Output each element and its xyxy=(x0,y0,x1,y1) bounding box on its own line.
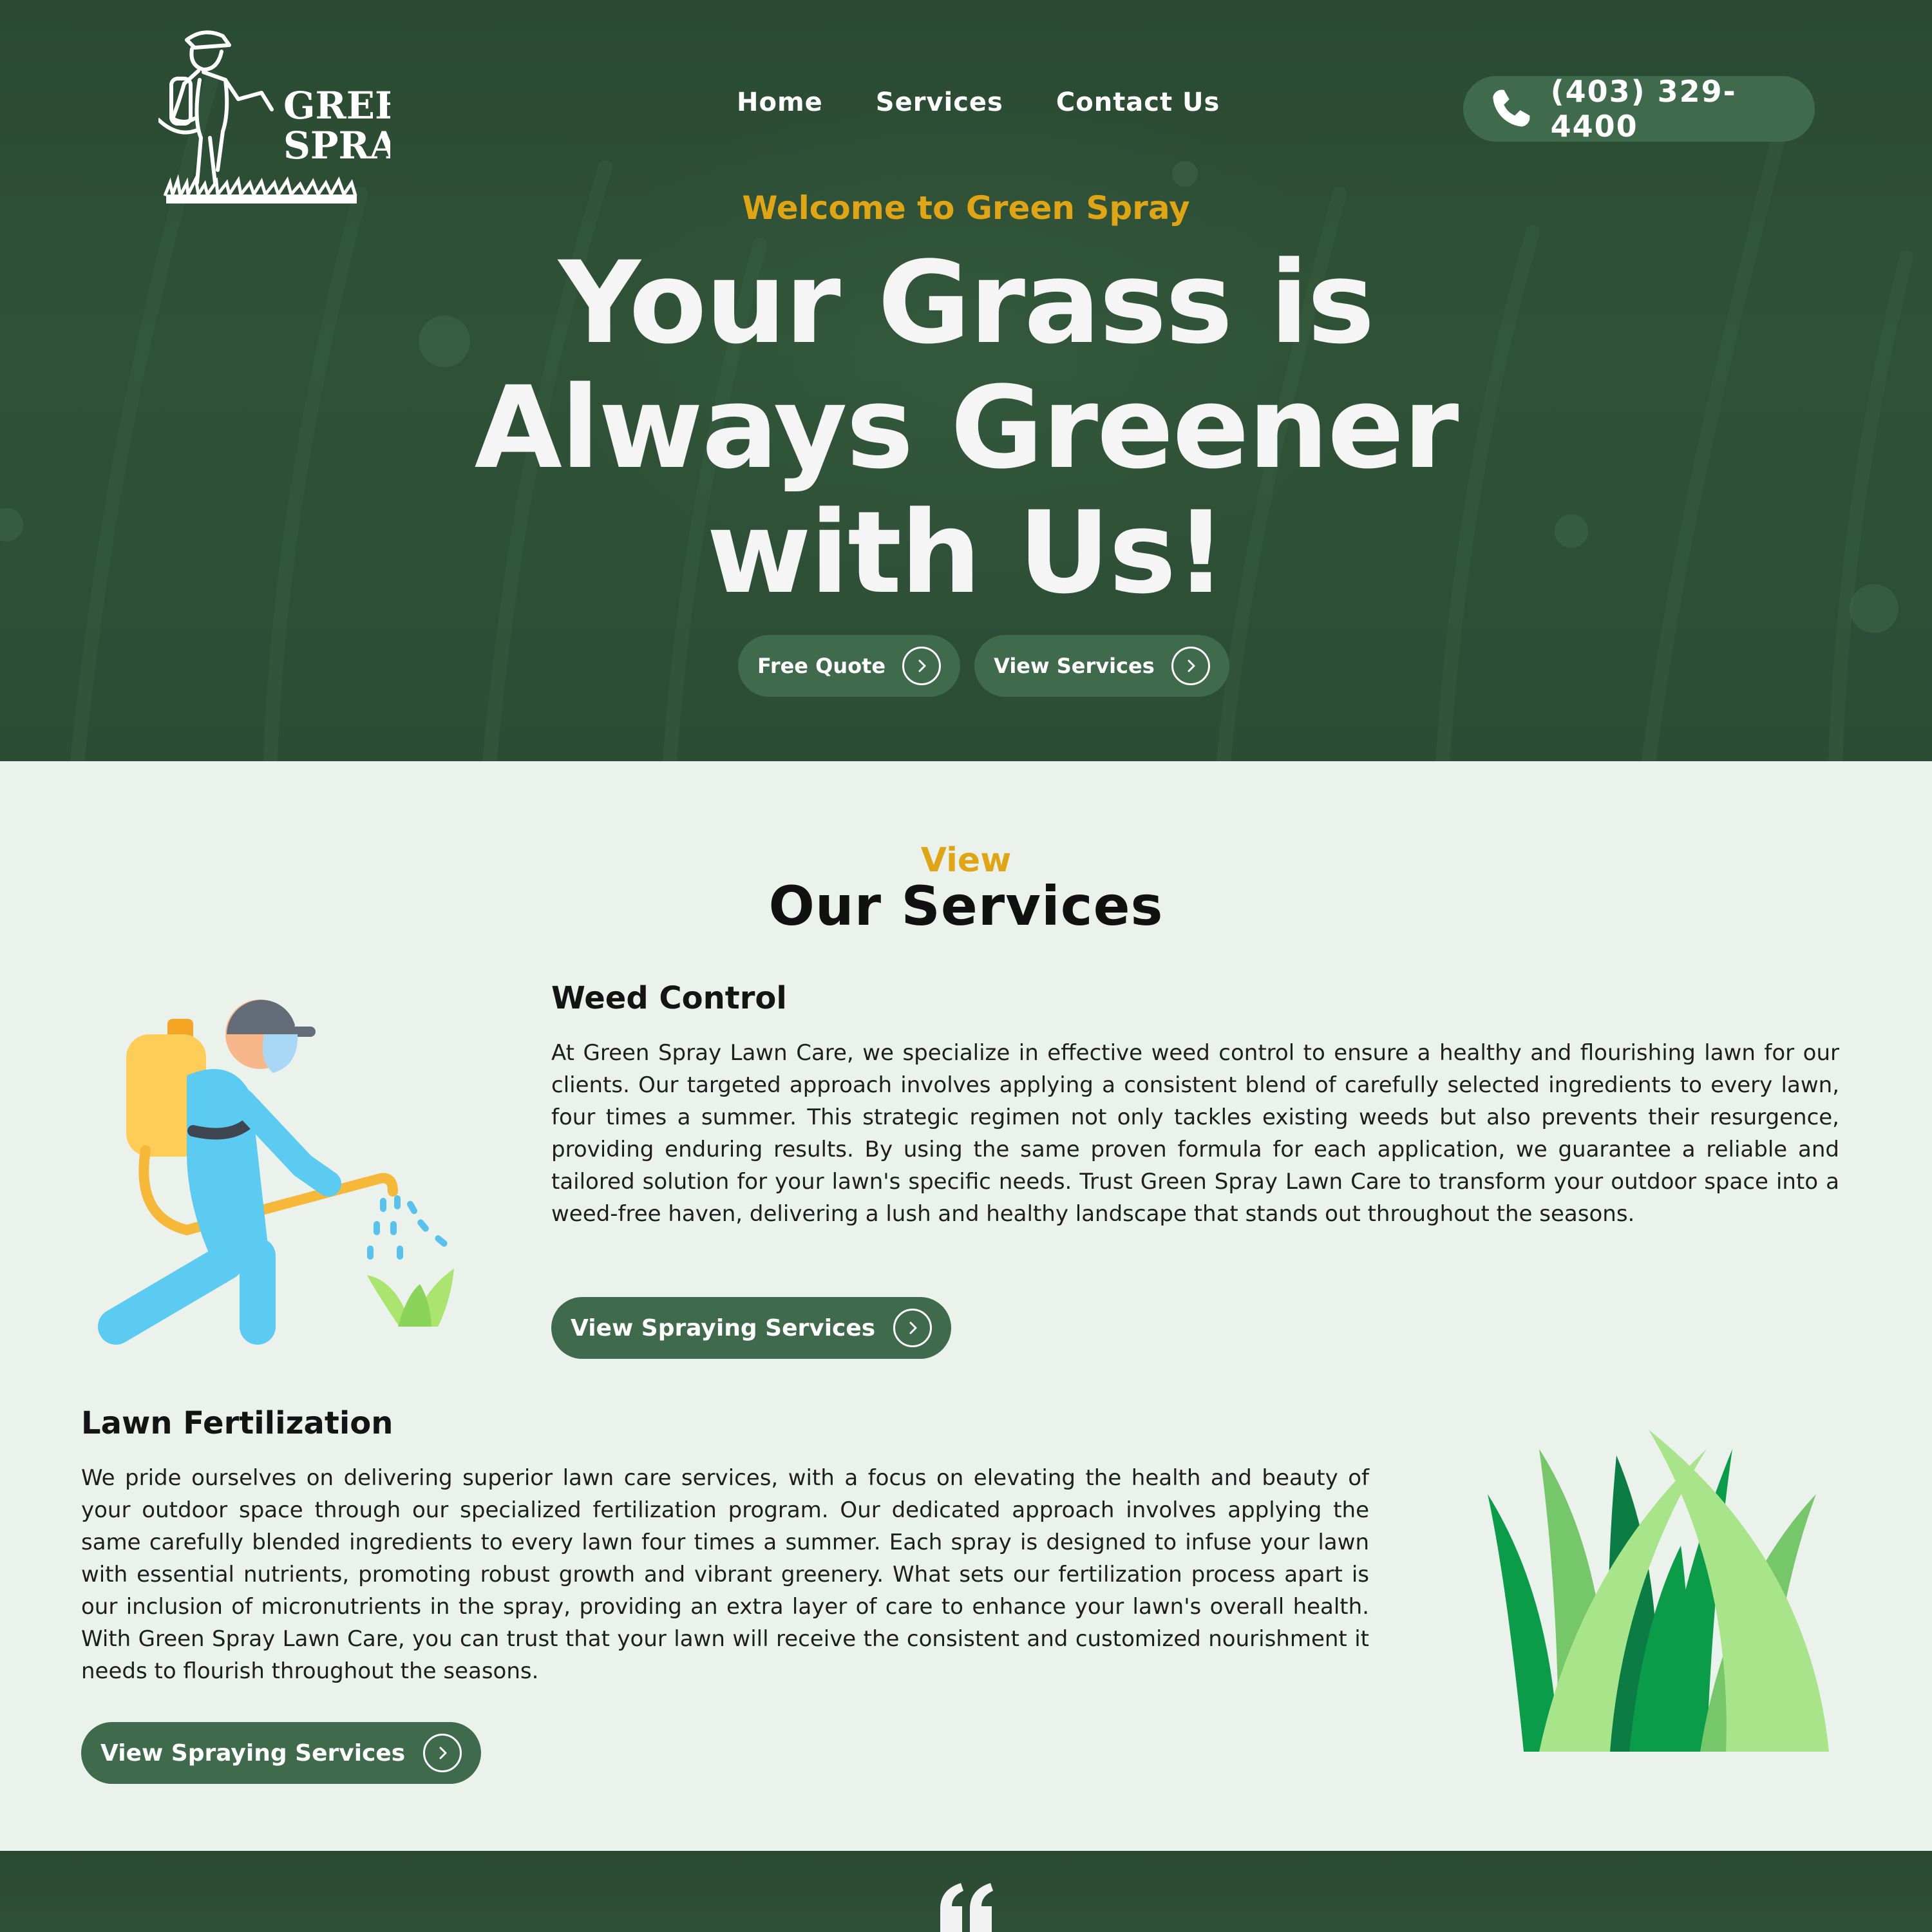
free-quote-label: Free Quote xyxy=(757,654,886,678)
main-nav: Home Services Contact Us xyxy=(737,88,1220,117)
service-lawn-fertilization: Lawn Fertilization We pride ourselves on… xyxy=(81,1405,1369,1687)
quote-icon xyxy=(940,1883,993,1932)
free-quote-button[interactable]: Free Quote xyxy=(738,635,961,697)
logo-text-line1: GREEN xyxy=(283,84,390,128)
logo-text-line2: SPRAY xyxy=(283,124,390,167)
services-eyebrow: View xyxy=(920,841,1012,880)
hero-section: GREEN SPRAY Home Services Contact Us (40… xyxy=(0,0,1932,761)
chevron-right-circle-icon xyxy=(1171,647,1210,685)
view-spraying-services-button[interactable]: View Spraying Services xyxy=(551,1297,952,1359)
button-label: View Spraying Services xyxy=(571,1314,876,1341)
view-spraying-services-button[interactable]: View Spraying Services xyxy=(81,1722,482,1784)
chevron-right-circle-icon xyxy=(902,647,942,685)
lawn-sprayer-worker-illustration xyxy=(98,999,454,1345)
hero-eyebrow: Welcome to Green Spray xyxy=(742,189,1190,227)
phone-number: (403) 329-4400 xyxy=(1550,74,1737,144)
hero-headline: Your Grass is Always Greener with Us! xyxy=(0,241,1932,616)
view-services-label: View Services xyxy=(994,654,1155,678)
button-label: View Spraying Services xyxy=(100,1739,406,1766)
hero-buttons: Free Quote View Services xyxy=(738,635,1229,697)
service-description: We pride ourselves on delivering superio… xyxy=(81,1465,1369,1684)
nav-item-services[interactable]: Services xyxy=(876,88,1003,117)
nav-item-contact-us[interactable]: Contact Us xyxy=(1056,88,1220,117)
chevron-right-circle-icon xyxy=(893,1309,933,1347)
nav-item-home[interactable]: Home xyxy=(737,88,823,117)
phone-icon xyxy=(1493,90,1530,127)
chevron-right-circle-icon xyxy=(423,1734,462,1772)
services-title: Our Services xyxy=(768,875,1164,938)
service-weed-control: Weed Control At Green Spray Lawn Care, w… xyxy=(551,980,1839,1230)
view-services-button[interactable]: View Services xyxy=(974,635,1229,697)
hero-headline-line-2: Always Greener xyxy=(474,362,1459,494)
green-spray-logo[interactable]: GREEN SPRAY xyxy=(158,22,390,209)
hero-headline-line-1: Your Grass is xyxy=(558,237,1374,369)
grass-blades-illustration xyxy=(1488,1430,1829,1752)
phone-button[interactable]: (403) 329-4400 xyxy=(1463,74,1815,144)
service-description: At Green Spray Lawn Care, we specialize … xyxy=(551,1040,1839,1227)
service-title: Lawn Fertilization xyxy=(81,1405,393,1441)
hero-headline-line-3: with Us! xyxy=(706,487,1227,619)
service-title: Weed Control xyxy=(551,980,787,1016)
